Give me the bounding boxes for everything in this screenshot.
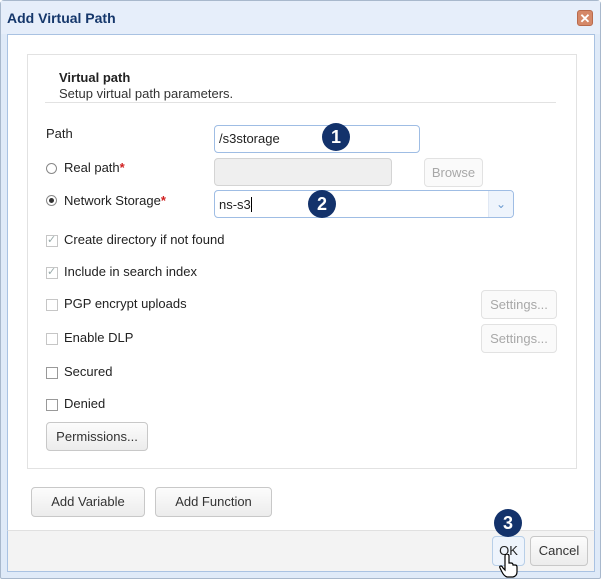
network-storage-radio[interactable] bbox=[46, 195, 57, 206]
annotation-badge-3: 3 bbox=[494, 509, 522, 537]
required-marker: * bbox=[119, 160, 125, 175]
pgp-encrypt-checkbox[interactable] bbox=[46, 299, 58, 311]
secured-label: Secured bbox=[64, 364, 113, 379]
create-directory-checkbox[interactable] bbox=[46, 233, 58, 247]
required-marker: * bbox=[160, 193, 166, 208]
section-title: Virtual path bbox=[59, 70, 131, 85]
annotation-badge-1: 1 bbox=[322, 123, 350, 151]
section-divider bbox=[45, 102, 556, 103]
path-value: /s3storage bbox=[219, 131, 280, 146]
denied-label: Denied bbox=[64, 396, 106, 411]
search-index-checkbox[interactable] bbox=[46, 265, 58, 279]
annotation-badge-2: 2 bbox=[308, 190, 336, 218]
network-storage-value: ns-s3 bbox=[219, 197, 251, 212]
permissions-button[interactable]: Permissions... bbox=[46, 422, 148, 451]
dlp-settings-button[interactable]: Settings... bbox=[481, 324, 557, 353]
text-cursor bbox=[250, 197, 252, 212]
real-path-label-text: Real path bbox=[64, 160, 120, 175]
hand-pointer-icon bbox=[499, 554, 518, 578]
dialog-window: Add Virtual Path ✕ Virtual path Setup vi… bbox=[0, 0, 601, 579]
section-subtitle: Setup virtual path parameters. bbox=[59, 86, 234, 101]
network-storage-label: Network Storage* bbox=[64, 193, 166, 208]
dialog-title: Add Virtual Path bbox=[7, 10, 116, 26]
close-icon: ✕ bbox=[579, 11, 591, 26]
real-path-radio[interactable] bbox=[46, 163, 57, 174]
chevron-down-icon[interactable]: ⌄ bbox=[488, 191, 513, 217]
path-label: Path bbox=[46, 126, 73, 141]
network-storage-label-text: Network Storage bbox=[64, 193, 161, 208]
path-input[interactable]: /s3storage bbox=[214, 125, 420, 153]
denied-checkbox[interactable] bbox=[46, 399, 58, 411]
enable-dlp-label: Enable DLP bbox=[64, 330, 134, 345]
pgp-encrypt-label: PGP encrypt uploads bbox=[64, 296, 187, 311]
virtual-path-panel: Virtual path Setup virtual path paramete… bbox=[27, 54, 577, 469]
add-function-button[interactable]: Add Function bbox=[155, 487, 272, 517]
network-storage-select[interactable]: ns-s3 ⌄ bbox=[214, 190, 514, 218]
search-index-label: Include in search index bbox=[64, 264, 197, 279]
pgp-settings-button[interactable]: Settings... bbox=[481, 290, 557, 319]
real-path-input[interactable] bbox=[214, 158, 392, 186]
cancel-button[interactable]: Cancel bbox=[530, 536, 588, 566]
title-bar[interactable]: Add Virtual Path ✕ bbox=[1, 1, 600, 34]
secured-checkbox[interactable] bbox=[46, 367, 58, 379]
real-path-label: Real path* bbox=[64, 160, 125, 175]
close-button[interactable]: ✕ bbox=[577, 10, 593, 26]
create-directory-label: Create directory if not found bbox=[64, 232, 225, 247]
browse-button[interactable]: Browse bbox=[424, 158, 483, 187]
add-variable-button[interactable]: Add Variable bbox=[31, 487, 145, 517]
dialog-content: Virtual path Setup virtual path paramete… bbox=[7, 34, 595, 530]
enable-dlp-checkbox[interactable] bbox=[46, 333, 58, 345]
